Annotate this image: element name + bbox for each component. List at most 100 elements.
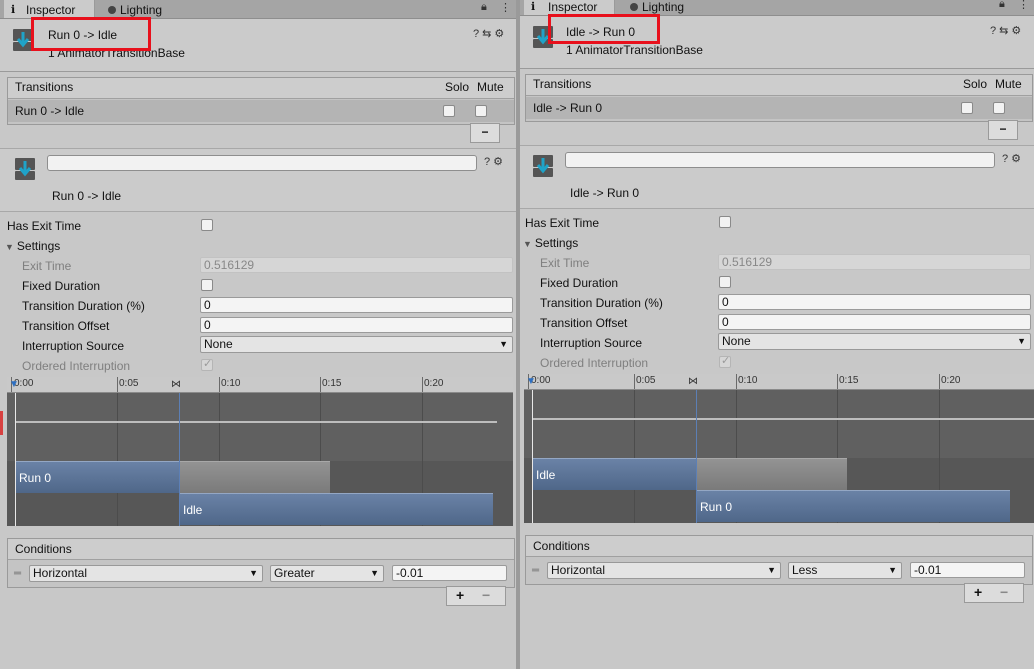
title-highlight-box bbox=[548, 14, 660, 44]
drag-handle-icon[interactable]: ═ bbox=[532, 565, 539, 576]
name-section-icons: ?⚙ bbox=[1002, 152, 1024, 165]
ruler-tick-label: 0:10 bbox=[221, 378, 241, 389]
interruption-source-dropdown[interactable]: None ▼ bbox=[200, 336, 513, 353]
timeline-body: Run 0 Idle bbox=[7, 393, 513, 526]
has-exit-time-checkbox[interactable] bbox=[719, 216, 731, 228]
ruler-tick bbox=[837, 374, 838, 389]
red-edge-marker bbox=[0, 411, 3, 435]
timeline-body: Idle Run 0 bbox=[524, 390, 1034, 523]
destination-clip-bar[interactable]: Idle bbox=[179, 493, 493, 525]
condition-mode-dropdown[interactable]: Less ▼ bbox=[788, 562, 902, 579]
timeline-ruler[interactable]: 0:00 0:05 0:10 0:15 0:20 ▼ ⋈ bbox=[7, 377, 513, 393]
transition-row[interactable]: Run 0 -> Idle bbox=[8, 100, 514, 122]
transition-duration-field[interactable]: 0 bbox=[200, 297, 513, 313]
ruler-tick-label: 0:05 bbox=[119, 378, 139, 389]
transition-row-label: Run 0 -> Idle bbox=[15, 104, 85, 118]
condition-mode-dropdown[interactable]: Greater ▼ bbox=[270, 565, 384, 582]
transition-name-input[interactable] bbox=[565, 152, 995, 168]
solo-checkbox[interactable] bbox=[961, 102, 973, 114]
solo-heading: Solo bbox=[445, 80, 470, 94]
condition-parameter-dropdown[interactable]: Horizontal ▼ bbox=[547, 562, 781, 579]
solo-heading: Solo bbox=[963, 77, 988, 91]
help-icon[interactable]: ? bbox=[990, 25, 999, 37]
remove-transition-button[interactable]: − bbox=[470, 123, 500, 143]
transition-start-marker-icon[interactable]: ⋈ bbox=[171, 379, 181, 390]
transition-duration-field[interactable]: 0 bbox=[718, 294, 1031, 310]
interruption-source-dropdown[interactable]: None ▼ bbox=[718, 333, 1031, 350]
settings-foldout[interactable]: ▼ Settings bbox=[523, 236, 578, 250]
transition-row[interactable]: Idle -> Run 0 bbox=[526, 97, 1032, 119]
header-icons: ?⇆⚙ bbox=[473, 27, 507, 40]
presets-icon[interactable]: ⇆ bbox=[999, 25, 1011, 37]
fixed-duration-checkbox[interactable] bbox=[201, 279, 213, 291]
info-icon: ℹ bbox=[11, 4, 16, 16]
transition-offset-field[interactable]: 0 bbox=[718, 314, 1031, 330]
playhead-line bbox=[532, 390, 533, 523]
menu-icon[interactable]: ⋮ bbox=[1018, 0, 1029, 11]
remove-transition-button[interactable]: − bbox=[988, 120, 1018, 140]
settings-icon[interactable]: ⚙ bbox=[1011, 153, 1024, 165]
ruler-tick-label: 0:15 bbox=[322, 378, 342, 389]
tab-inspector[interactable]: ℹ Inspector bbox=[4, 0, 95, 18]
help-icon[interactable]: ? bbox=[1002, 153, 1011, 165]
lock-icon[interactable]: 🔒︎ bbox=[999, 0, 1005, 11]
settings-icon[interactable]: ⚙ bbox=[494, 28, 507, 40]
transition-duration-label: Transition Duration (%) bbox=[540, 296, 663, 310]
source-clip-bar[interactable]: Run 0 bbox=[15, 461, 179, 493]
help-icon[interactable]: ? bbox=[484, 156, 493, 168]
solo-checkbox[interactable] bbox=[443, 105, 455, 117]
add-condition-button[interactable]: + bbox=[974, 584, 982, 600]
settings-icon[interactable]: ⚙ bbox=[1011, 25, 1024, 37]
remove-condition-button[interactable]: − bbox=[1000, 584, 1008, 600]
exit-time-label: Exit Time bbox=[540, 256, 590, 270]
condition-threshold-field[interactable]: -0.01 bbox=[392, 565, 507, 581]
settings-icon[interactable]: ⚙ bbox=[493, 156, 506, 168]
conditions-header: Conditions bbox=[8, 539, 514, 560]
transition-name-input[interactable] bbox=[47, 155, 477, 171]
interruption-source-label: Interruption Source bbox=[540, 336, 643, 350]
fixed-duration-label: Fixed Duration bbox=[540, 276, 619, 290]
ruler-tick bbox=[634, 374, 635, 389]
ruler-tick-label: 0:10 bbox=[738, 375, 758, 386]
condition-threshold-field[interactable]: -0.01 bbox=[910, 562, 1025, 578]
presets-icon[interactable]: ⇆ bbox=[482, 28, 494, 40]
remove-condition-button[interactable]: − bbox=[482, 587, 490, 603]
transition-name-section: ?⚙ Idle -> Run 0 bbox=[520, 145, 1034, 209]
has-exit-time-checkbox[interactable] bbox=[201, 219, 213, 231]
condition-parameter-dropdown[interactable]: Horizontal ▼ bbox=[29, 565, 263, 582]
foldout-arrow-icon: ▼ bbox=[5, 242, 14, 252]
playhead-marker-icon[interactable]: ▼ bbox=[9, 379, 19, 390]
drag-handle-icon[interactable]: ═ bbox=[14, 568, 21, 579]
transition-offset-field[interactable]: 0 bbox=[200, 317, 513, 333]
conditions-heading: Conditions bbox=[533, 539, 590, 553]
settings-foldout[interactable]: ▼ Settings bbox=[5, 239, 60, 253]
dropdown-arrow-icon: ▼ bbox=[370, 568, 379, 578]
conditions-heading: Conditions bbox=[15, 542, 72, 556]
mute-checkbox[interactable] bbox=[475, 105, 487, 117]
help-icon[interactable]: ? bbox=[473, 28, 482, 40]
tab-inspector[interactable]: ℹ Inspector bbox=[524, 0, 615, 15]
fixed-duration-checkbox[interactable] bbox=[719, 276, 731, 288]
add-condition-button[interactable]: + bbox=[456, 587, 464, 603]
timeline-ruler[interactable]: 0:00 0:05 0:10 0:15 0:20 ▼ ⋈ bbox=[524, 374, 1034, 390]
interruption-source-label: Interruption Source bbox=[22, 339, 125, 353]
transitions-list-header: Transitions Solo Mute bbox=[8, 78, 514, 99]
mute-checkbox[interactable] bbox=[993, 102, 1005, 114]
lock-icon[interactable]: 🔒︎ bbox=[481, 1, 487, 14]
tab-lighting[interactable]: Lighting bbox=[620, 0, 710, 15]
transition-start-marker-icon[interactable]: ⋈ bbox=[688, 376, 698, 387]
playhead-marker-icon[interactable]: ▼ bbox=[526, 376, 536, 387]
transition-offset-label: Transition Offset bbox=[540, 316, 628, 330]
inspector-panel-left: ℹ Inspector Lighting 🔒︎ ⋮ Run 0 -> Idle … bbox=[0, 0, 516, 669]
transition-timeline[interactable]: 0:00 0:05 0:10 0:15 0:20 ▼ ⋈ Run 0 Idle bbox=[7, 377, 513, 526]
ordered-interruption-checkbox: ✓ bbox=[719, 355, 731, 368]
destination-clip-label: Run 0 bbox=[700, 500, 733, 514]
source-clip-bar[interactable]: Idle bbox=[532, 458, 696, 490]
tab-lighting[interactable]: Lighting bbox=[100, 0, 190, 18]
menu-icon[interactable]: ⋮ bbox=[500, 1, 511, 14]
animator-transition-icon bbox=[15, 158, 35, 180]
source-clip-overlap bbox=[696, 458, 847, 490]
timeline-curve-area bbox=[7, 393, 513, 461]
destination-clip-bar[interactable]: Run 0 bbox=[696, 490, 1010, 522]
transition-timeline[interactable]: 0:00 0:05 0:10 0:15 0:20 ▼ ⋈ Idle Run 0 bbox=[524, 374, 1034, 523]
